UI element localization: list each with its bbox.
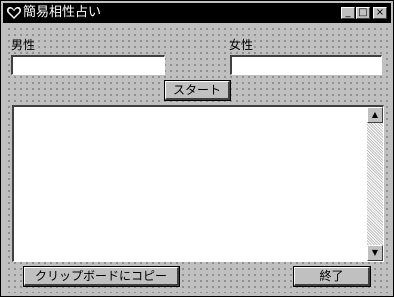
copy-to-clipboard-button[interactable]: クリップボードにコピー [23, 266, 180, 287]
scroll-down-icon[interactable]: ▼ [367, 245, 383, 261]
male-name-input[interactable] [11, 55, 165, 75]
heart-icon[interactable] [6, 5, 22, 21]
minimize-button[interactable]: _ [341, 7, 355, 19]
start-button[interactable]: スタート [164, 80, 231, 101]
app-window: 簡易相性占い _ □ × 男性 女性 スタート ▲ ▼ クリップボードにコピー … [0, 0, 394, 297]
title-bar[interactable]: 簡易相性占い _ □ × [3, 3, 391, 23]
window-title: 簡易相性占い [23, 5, 102, 20]
exit-button[interactable]: 終了 [293, 266, 371, 287]
scroll-up-icon[interactable]: ▲ [367, 107, 383, 123]
close-button[interactable]: × [373, 7, 387, 19]
male-label: 男性 [11, 38, 36, 52]
female-label: 女性 [229, 38, 254, 52]
female-name-input[interactable] [230, 55, 382, 75]
maximize-button[interactable]: □ [356, 7, 370, 19]
vertical-scrollbar[interactable]: ▲ ▼ [367, 107, 383, 261]
form-client-area: 男性 女性 スタート ▲ ▼ クリップボードにコピー 終了 [4, 24, 391, 293]
result-textarea[interactable]: ▲ ▼ [12, 105, 384, 262]
